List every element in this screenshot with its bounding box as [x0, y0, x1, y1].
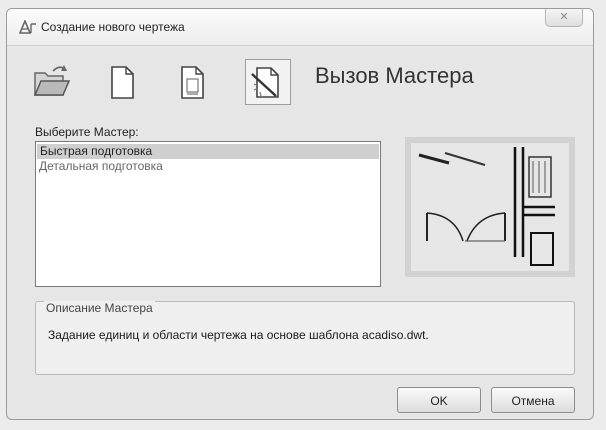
wizard-description-group: Описание Мастера Задание единиц и област… — [35, 301, 575, 375]
new-drawing-dialog: Создание нового чертежа ✕ Вызов Мастера … — [6, 8, 594, 420]
use-wizard-button[interactable] — [245, 59, 291, 105]
app-logo-icon — [18, 18, 37, 34]
close-icon: ✕ — [559, 11, 569, 23]
floor-plan-preview-icon — [405, 137, 575, 277]
description-label: Описание Мастера — [44, 301, 155, 315]
use-template-button[interactable] — [169, 59, 215, 105]
list-item-advanced-setup[interactable]: Детальная подготовка — [36, 159, 380, 174]
wizard-heading: Вызов Мастера — [315, 63, 474, 88]
description-text: Задание единиц и области чертежа на осно… — [48, 328, 429, 342]
list-item-quick-setup[interactable]: Быстрая подготовка — [37, 144, 379, 159]
blank-page-icon — [111, 66, 134, 99]
template-page-icon — [181, 66, 204, 99]
window-title: Создание нового чертежа — [41, 20, 185, 34]
cancel-button[interactable]: Отмена — [491, 387, 575, 413]
title-bar: Создание нового чертежа ✕ — [7, 9, 593, 46]
wizard-listbox[interactable]: Быстрая подготовка Детальная подготовка — [35, 141, 381, 287]
wizard-preview-image — [405, 137, 575, 277]
start-from-scratch-button[interactable] — [99, 59, 145, 105]
open-drawing-button[interactable] — [29, 59, 75, 105]
ok-button[interactable]: OK — [397, 387, 481, 413]
wizard-icon — [251, 67, 279, 98]
toolbar: Вызов Мастера — [7, 45, 593, 117]
open-folder-icon — [33, 65, 71, 96]
close-button[interactable]: ✕ — [545, 9, 583, 27]
wizard-list-label: Выберите Мастер: — [35, 125, 139, 139]
